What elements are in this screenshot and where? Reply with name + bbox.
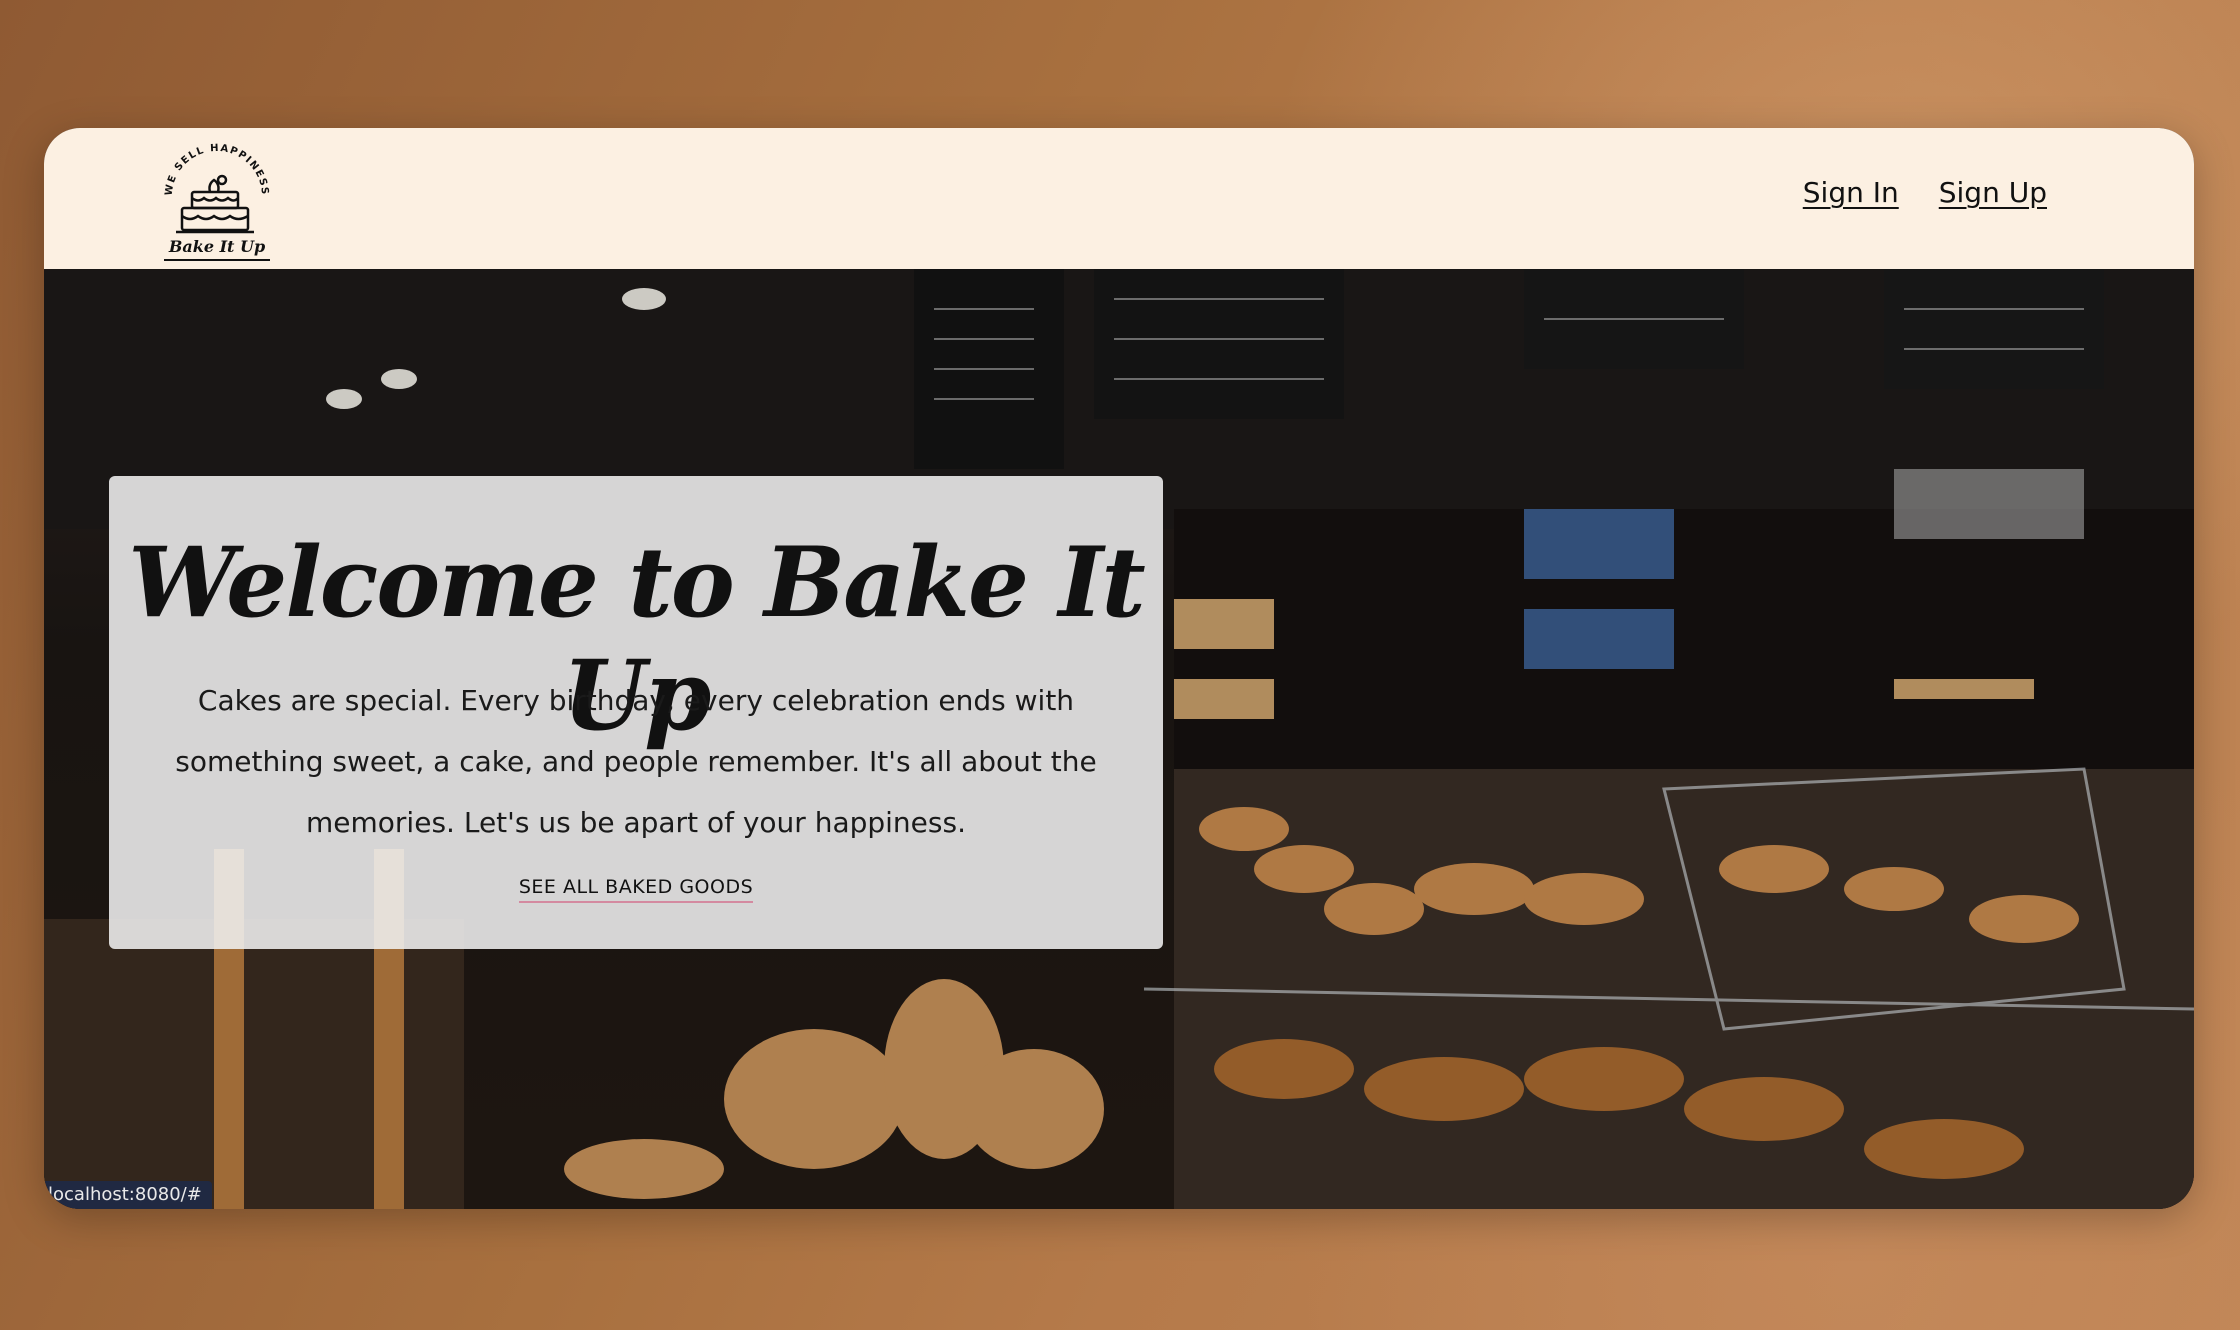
logo-brand-text: Bake It Up	[168, 237, 265, 256]
welcome-card: Welcome to Bake It Up Cakes are special.…	[109, 476, 1163, 949]
bake-it-up-logo[interactable]: WE SELL HAPPINESS Bake It Up	[154, 136, 280, 266]
hero-section: Welcome to Bake It Up Cakes are special.…	[44, 269, 2194, 1209]
cta-wrapper: SEE ALL BAKED GOODS	[109, 876, 1163, 903]
nav-links: Sign In Sign Up	[1803, 176, 2047, 209]
sign-in-link[interactable]: Sign In	[1803, 176, 1899, 209]
browser-window: WE SELL HAPPINESS Bake It Up Sign In Sig…	[44, 128, 2194, 1209]
cake-icon	[176, 174, 254, 234]
hero-description: Cakes are special. Every birthday, every…	[175, 684, 1097, 839]
svg-text:WE SELL HAPPINESS: WE SELL HAPPINESS	[164, 143, 271, 196]
see-all-baked-goods-link[interactable]: SEE ALL BAKED GOODS	[518, 876, 754, 903]
logo-arc-text: WE SELL HAPPINESS	[164, 143, 269, 196]
status-bar-url: localhost:8080/#	[44, 1181, 212, 1209]
navbar: WE SELL HAPPINESS Bake It Up Sign In Sig…	[44, 128, 2194, 269]
sign-up-link[interactable]: Sign Up	[1939, 176, 2047, 209]
